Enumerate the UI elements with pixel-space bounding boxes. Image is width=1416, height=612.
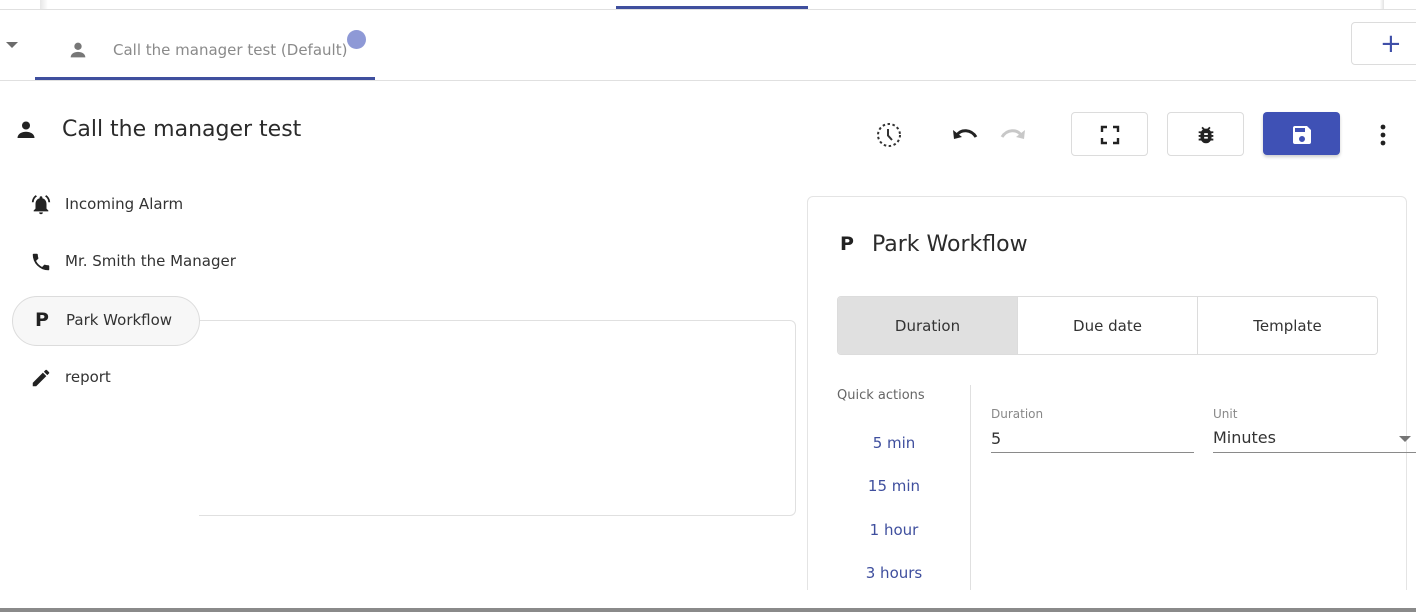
- alarm-bell-icon: [30, 194, 52, 216]
- history-icon: [874, 123, 904, 154]
- page-title: Call the manager test: [62, 117, 302, 142]
- quick-actions: Quick actions 5 min 15 min 1 hour 3 hour…: [837, 385, 971, 593]
- bottom-border: [0, 608, 1416, 612]
- mode-due-date-button[interactable]: Due date: [1018, 297, 1198, 354]
- workflow-step-label: Incoming Alarm: [65, 195, 184, 213]
- debug-button[interactable]: [1167, 112, 1244, 156]
- quick-action-3-hours[interactable]: 3 hours: [837, 564, 951, 582]
- quick-action-5-min[interactable]: 5 min: [837, 434, 951, 452]
- workflow-step-incoming-alarm[interactable]: Incoming Alarm: [12, 182, 312, 230]
- right-scroll-edge: [1380, 0, 1384, 9]
- redo-icon: [998, 129, 1028, 152]
- workflow-step-report[interactable]: report: [12, 355, 312, 403]
- fullscreen-button[interactable]: [1071, 112, 1148, 156]
- history-button[interactable]: [874, 120, 904, 150]
- duration-label: Duration: [991, 407, 1044, 421]
- dropdown-arrow-icon: [1399, 436, 1411, 442]
- step-properties-panel: P Park Workflow Duration Due date Templa…: [807, 196, 1416, 612]
- phone-icon: [30, 251, 52, 273]
- mode-template-button[interactable]: Template: [1198, 297, 1377, 354]
- person-icon: [67, 39, 89, 61]
- park-p-icon: P: [840, 233, 854, 255]
- tab-menu-chevron-down-icon[interactable]: [6, 42, 18, 48]
- workflow-step-label: report: [65, 368, 111, 386]
- page-header: Call the manager test: [0, 110, 1416, 160]
- fullscreen-icon: [1100, 125, 1120, 145]
- workflow-step-mr-smith[interactable]: Mr. Smith the Manager: [12, 239, 312, 287]
- unit-selected-value: Minutes: [1213, 428, 1276, 447]
- panel-title: Park Workflow: [872, 232, 1028, 257]
- more-vert-icon: [1380, 124, 1386, 146]
- active-tab-underline: [35, 77, 375, 80]
- bug-icon: [1198, 126, 1214, 144]
- workflow-step-label: Mr. Smith the Manager: [65, 252, 236, 270]
- top-strip: [0, 0, 1416, 10]
- workflow-tab-bar: Call the manager test (Default) +: [0, 10, 1416, 81]
- quick-actions-title: Quick actions: [837, 388, 925, 403]
- save-button[interactable]: [1263, 112, 1340, 155]
- add-tab-button[interactable]: +: [1351, 22, 1416, 65]
- unit-select[interactable]: Minutes: [1213, 425, 1416, 453]
- unit-label: Unit: [1213, 407, 1238, 421]
- unsaved-indicator-dot: [347, 30, 366, 49]
- pencil-icon: [30, 367, 52, 389]
- mode-duration-button[interactable]: Duration: [838, 297, 1018, 354]
- left-scroll-edge: [40, 0, 48, 9]
- workflow-step-park-workflow[interactable]: P Park Workflow: [12, 296, 200, 346]
- redo-button: [998, 122, 1028, 148]
- workflow-step-label: Park Workflow: [66, 311, 173, 329]
- plus-icon: +: [1380, 29, 1402, 59]
- undo-icon: [950, 129, 980, 152]
- workflow-connector-line: [199, 320, 796, 516]
- save-icon: [1293, 126, 1311, 144]
- park-mode-toggle-group: Duration Due date Template: [837, 296, 1378, 355]
- upper-active-tab-indicator: [616, 6, 808, 9]
- quick-action-15-min[interactable]: 15 min: [837, 477, 951, 495]
- park-p-icon: P: [35, 309, 49, 331]
- tab-call-the-manager-test[interactable]: Call the manager test (Default): [35, 10, 375, 80]
- more-options-button[interactable]: [1370, 122, 1396, 148]
- quick-action-1-hour[interactable]: 1 hour: [837, 521, 951, 539]
- undo-button[interactable]: [950, 122, 980, 148]
- tab-label: Call the manager test (Default): [113, 41, 348, 59]
- person-icon: [14, 118, 38, 142]
- bottom-fade: [0, 590, 1416, 608]
- duration-input[interactable]: [991, 425, 1194, 453]
